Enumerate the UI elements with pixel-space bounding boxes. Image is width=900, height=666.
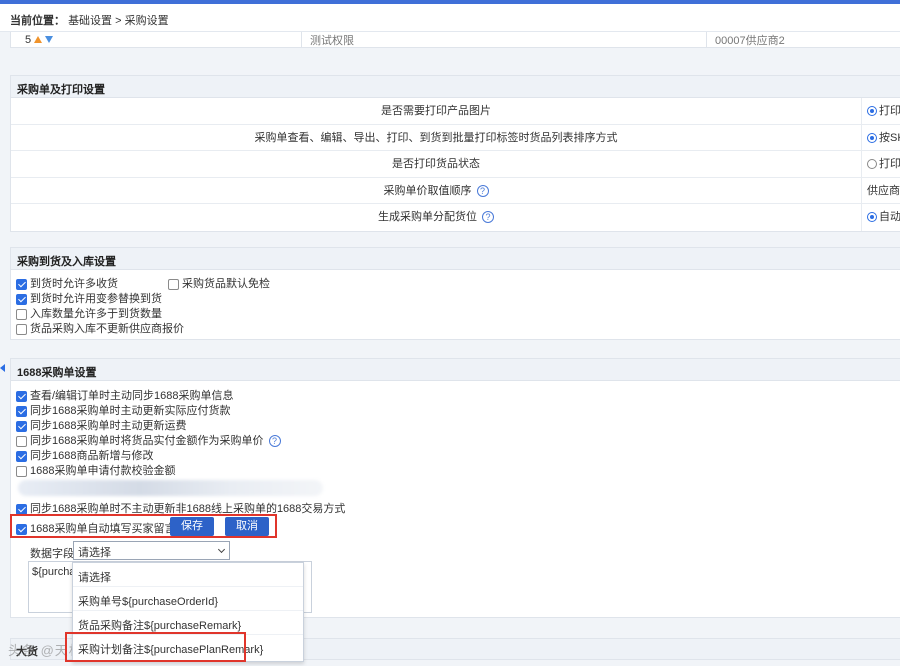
checkbox-icon[interactable] <box>168 278 179 290</box>
section-title: 采购到货及入库设置 <box>11 248 900 270</box>
setting-label: 采购单查看、编辑、导出、打印、到货到批量打印标签时货品列表排序方式 <box>11 124 862 150</box>
checkbox-icon[interactable] <box>16 323 27 335</box>
section-title: 1688采购单设置 <box>11 359 900 381</box>
checkbox-default-exempt[interactable]: 采购货品默认免检 <box>168 275 270 291</box>
checkbox-sync-payable[interactable]: 同步1688采购单时主动更新实际应付货款 <box>16 402 230 418</box>
chevron-down-icon <box>217 545 226 554</box>
checkbox-sync-freight[interactable]: 同步1688采购单时主动更新运费 <box>16 417 186 433</box>
checkbox-no-update-price[interactable]: 货品采购入库不更新供应商报价 <box>16 320 184 336</box>
checkbox-icon[interactable] <box>16 465 27 477</box>
checkbox-icon[interactable] <box>16 420 27 432</box>
checkbox-icon[interactable] <box>16 390 27 402</box>
checkbox-auto-remark[interactable]: 1688采购单自动填写买家留言 <box>16 520 175 536</box>
checkbox-allow-over-receive[interactable]: 到货时允许多收货 <box>16 275 118 291</box>
settings-row: 是否打印货品状态 打印 <box>11 151 900 178</box>
price-order-value[interactable]: 供应商 <box>867 178 900 204</box>
save-button[interactable]: 保存 <box>170 517 214 536</box>
checkbox-verify-amount[interactable]: 1688采购单申请付款校验金额 <box>16 462 175 478</box>
checkbox-icon[interactable] <box>16 523 27 535</box>
checkbox-sync-on-view[interactable]: 查看/编辑订单时主动同步1688采购单信息 <box>16 387 234 403</box>
table-row: 5 测试权限 00007供应商2 <box>10 32 900 48</box>
row-index: 5 <box>25 34 54 46</box>
checkbox-sync-products[interactable]: 同步1688商品新增与修改 <box>16 447 153 463</box>
data-field-label: 数据字段: <box>30 548 78 560</box>
checkbox-icon[interactable] <box>16 308 27 320</box>
settings-row: 生成采购单分配货位 ? 自动 <box>11 204 900 231</box>
section-title: 采购单及打印设置 <box>11 76 900 98</box>
checkbox-icon[interactable] <box>16 435 27 447</box>
radio-print-image[interactable] <box>867 106 877 117</box>
blurred-option <box>18 480 323 496</box>
help-icon[interactable]: ? <box>268 435 281 448</box>
setting-label: 是否需要打印产品图片 <box>11 98 862 124</box>
checkbox-actual-price[interactable]: 同步1688采购单时将货品实付金额作为采购单价 ? <box>16 432 281 448</box>
checkbox-icon[interactable] <box>16 278 27 290</box>
radio-print-status[interactable] <box>867 159 877 170</box>
setting-label: 是否打印货品状态 <box>11 151 862 177</box>
settings-row: 是否需要打印产品图片 打印 <box>11 98 900 125</box>
setting-label: 生成采购单分配货位 <box>377 211 477 223</box>
dropdown-option[interactable]: 采购单号${purchaseOrderId} <box>73 587 303 611</box>
print-settings-panel: 采购单及打印设置 是否需要打印产品图片 打印 采购单查看、编辑、导出、打印、到货… <box>10 75 900 232</box>
select-value: 请选择 <box>78 547 111 559</box>
radio-sort-sku[interactable] <box>867 132 877 143</box>
breadcrumb-path: 基础设置 > 采购设置 <box>68 15 169 27</box>
highlight-box <box>65 632 246 662</box>
breadcrumb-label: 当前位置： <box>10 15 65 27</box>
breadcrumb: 当前位置： 基础设置 > 采购设置 <box>0 4 900 32</box>
cancel-button[interactable]: 取消 <box>225 517 269 536</box>
checkbox-icon[interactable] <box>16 405 27 417</box>
collapse-sidebar-icon[interactable] <box>0 364 5 372</box>
row-cell-supplier: 00007供应商2 <box>706 32 785 47</box>
help-icon[interactable]: ? <box>476 184 489 197</box>
move-down-icon[interactable] <box>45 36 54 43</box>
setting-label: 采购单价取值顺序 <box>383 184 472 197</box>
checkbox-icon[interactable] <box>16 503 27 515</box>
settings-row: 采购单查看、编辑、导出、打印、到货到批量打印标签时货品列表排序方式 按SK <box>11 124 900 151</box>
move-up-icon[interactable] <box>34 36 43 43</box>
checkbox-variant-replace[interactable]: 到货时允许用变参替换到货 <box>16 290 162 306</box>
dropdown-option[interactable]: 请选择 <box>73 563 303 587</box>
settings-row: 采购单价取值顺序 ? 供应商 <box>11 177 900 204</box>
row-cell-permission: 测试权限 <box>301 32 354 47</box>
checkbox-over-instock[interactable]: 入库数量允许多于到货数量 <box>16 305 162 321</box>
checkbox-icon[interactable] <box>16 450 27 462</box>
radio-auto-location[interactable] <box>867 212 877 223</box>
data-field-select[interactable]: 请选择 <box>73 541 230 560</box>
help-icon[interactable]: ? <box>482 211 495 224</box>
checkbox-icon[interactable] <box>16 293 27 305</box>
